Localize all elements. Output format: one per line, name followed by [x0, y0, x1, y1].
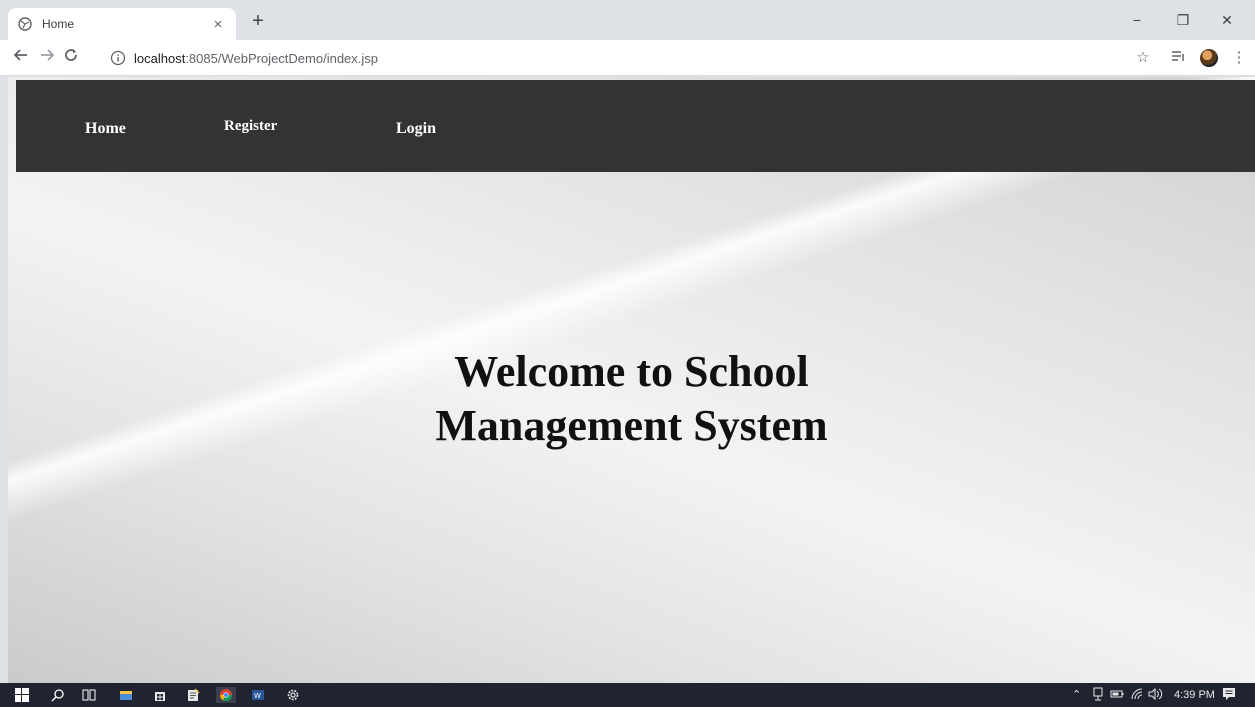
file-explorer-icon[interactable]	[118, 687, 134, 703]
wifi-icon[interactable]	[1130, 687, 1144, 706]
notepad-icon[interactable]	[185, 687, 201, 703]
new-tab-button[interactable]: +	[246, 9, 270, 33]
tray-device-icon[interactable]	[1092, 687, 1104, 706]
word-icon[interactable]: W	[250, 687, 266, 703]
task-view-icon[interactable]	[81, 687, 97, 703]
windows-taskbar: W ⌃ 4:39 PM	[0, 683, 1255, 707]
tab-strip: Home × + − ❐ ✕	[0, 0, 1255, 40]
site-navbar: Home Register Login	[16, 80, 1255, 172]
nav-link-register[interactable]: Register	[224, 118, 277, 135]
page-viewport: Home Register Login Welcome to School Ma…	[8, 77, 1255, 683]
chrome-icon[interactable]	[216, 687, 236, 703]
tab-title: Home	[42, 17, 75, 31]
battery-icon[interactable]	[1110, 687, 1124, 706]
reload-icon[interactable]	[60, 47, 82, 69]
url-text: localhost:8085/WebProjectDemo/index.jsp	[134, 51, 378, 66]
browser-toolbar: localhost:8085/WebProjectDemo/index.jsp …	[0, 40, 1255, 76]
volume-icon[interactable]	[1148, 687, 1164, 706]
url-host: localhost	[134, 50, 186, 66]
notifications-icon[interactable]	[1222, 687, 1236, 706]
forward-arrow-icon[interactable]	[36, 47, 58, 69]
address-bar[interactable]: localhost:8085/WebProjectDemo/index.jsp	[110, 45, 1160, 71]
tab-close-icon[interactable]: ×	[210, 16, 226, 33]
browser-tab-home[interactable]: Home ×	[8, 8, 236, 40]
restore-button[interactable]: ❐	[1163, 8, 1203, 32]
more-menu-icon[interactable]: ⋮	[1228, 48, 1250, 70]
welcome-line-2: Management System	[435, 401, 828, 450]
search-icon[interactable]	[50, 687, 66, 703]
welcome-heading: Welcome to School Management System	[8, 345, 1255, 453]
tray-chevron-up-icon[interactable]: ⌃	[1072, 687, 1081, 703]
nav-link-home[interactable]: Home	[85, 120, 126, 138]
globe-icon	[18, 17, 32, 31]
close-window-button[interactable]: ✕	[1207, 8, 1247, 32]
welcome-line-1: Welcome to School	[454, 347, 809, 396]
clock-time[interactable]: 4:39 PM	[1174, 687, 1215, 703]
svg-text:W: W	[254, 692, 261, 700]
media-queue-icon[interactable]	[1167, 48, 1189, 70]
minimize-button[interactable]: −	[1117, 8, 1157, 32]
store-icon[interactable]	[152, 687, 168, 703]
nav-link-login[interactable]: Login	[396, 120, 436, 138]
profile-avatar[interactable]	[1200, 49, 1218, 67]
url-path: :8085/WebProjectDemo/index.jsp	[185, 50, 379, 66]
settings-gear-icon[interactable]	[285, 687, 301, 703]
windows-start-icon[interactable]	[14, 687, 30, 703]
bookmark-star-icon[interactable]: ☆	[1132, 48, 1154, 70]
info-icon[interactable]	[110, 50, 126, 66]
back-arrow-icon[interactable]	[10, 47, 32, 69]
